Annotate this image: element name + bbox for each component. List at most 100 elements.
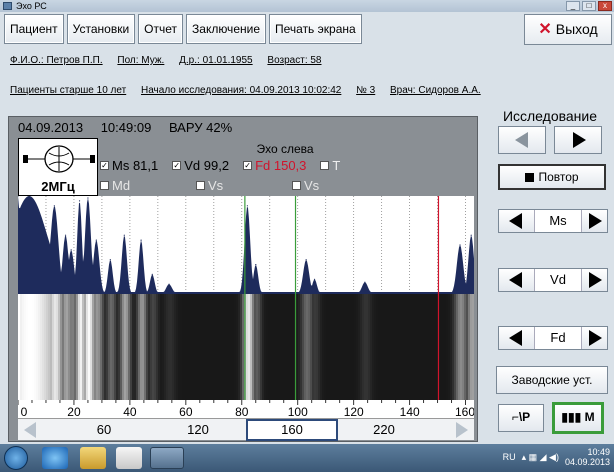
measure-t[interactable]: T bbox=[320, 158, 340, 173]
m-mode-column bbox=[66, 294, 68, 400]
m-mode-column bbox=[158, 294, 160, 400]
m-mode-column bbox=[454, 294, 456, 400]
menu-patient-button[interactable]: Пациент bbox=[4, 14, 64, 44]
patient-sex[interactable]: Пол: Муж. bbox=[117, 55, 164, 66]
study-number[interactable]: № 3 bbox=[356, 85, 375, 96]
checkbox-md[interactable] bbox=[100, 181, 109, 190]
checkbox-fd[interactable]: ✓ bbox=[243, 161, 253, 170]
exit-label: Выход bbox=[555, 21, 598, 37]
m-mode-strip[interactable] bbox=[18, 294, 474, 400]
language-indicator[interactable]: RU bbox=[503, 452, 516, 462]
m-mode-column bbox=[254, 294, 256, 400]
menu-report-button[interactable]: Отчет bbox=[138, 14, 184, 44]
m-mode-button[interactable]: ▮▮▮ M bbox=[552, 402, 604, 434]
fd-right-arrow-icon[interactable] bbox=[589, 330, 602, 346]
ms-right-arrow-icon[interactable] bbox=[589, 213, 602, 229]
status-line: 04.09.2013 10:49:09 ВАРУ 42% bbox=[8, 118, 478, 138]
start-button[interactable] bbox=[4, 446, 28, 470]
fd-left-arrow-icon[interactable] bbox=[509, 330, 522, 346]
ms-left-arrow-icon[interactable] bbox=[509, 213, 522, 229]
taskbar: RU ▴ ▦ ◢ ◀) 10:49 04.09.2013 bbox=[0, 444, 614, 472]
echo-peak-14 bbox=[255, 264, 257, 266]
clock[interactable]: 10:49 04.09.2013 bbox=[565, 447, 610, 467]
echo-plot[interactable] bbox=[18, 196, 474, 294]
vd-marker-control[interactable]: Vd bbox=[498, 268, 608, 292]
m-mode-column bbox=[224, 294, 226, 400]
vd-left-arrow-icon[interactable] bbox=[509, 272, 522, 288]
m-mode-column bbox=[406, 294, 408, 400]
menu-print-screen-button[interactable]: Печать экрана bbox=[269, 14, 362, 44]
minimize-button[interactable]: _ bbox=[566, 1, 580, 11]
scroll-right-arrow-icon[interactable] bbox=[456, 422, 468, 438]
checkbox-ms[interactable]: ✓ bbox=[100, 161, 109, 170]
m-mode-column bbox=[62, 294, 64, 400]
m-mode-column bbox=[114, 294, 116, 400]
m-mode-column bbox=[270, 294, 272, 400]
menu-settings-button[interactable]: Установки bbox=[66, 14, 136, 44]
clock-date: 04.09.2013 bbox=[564, 457, 610, 467]
echo-app-taskbar-icon[interactable] bbox=[150, 447, 184, 469]
measure-fd[interactable]: ✓ Fd 150,3 bbox=[243, 158, 306, 173]
exit-button[interactable]: ✕ Выход bbox=[524, 14, 612, 45]
scroll-left-arrow-icon[interactable] bbox=[24, 422, 36, 438]
window-close-button[interactable]: x bbox=[598, 1, 612, 11]
m-mode-column bbox=[390, 294, 392, 400]
m-mode-column bbox=[28, 294, 30, 400]
measure-ms-label: Ms 81,1 bbox=[112, 158, 159, 173]
patient-age[interactable]: Возраст: 58 bbox=[267, 55, 321, 66]
media-player-icon[interactable] bbox=[116, 447, 142, 469]
m-mode-column bbox=[416, 294, 418, 400]
measure-vs-1[interactable]: Vs bbox=[196, 178, 278, 193]
vd-right-arrow-icon[interactable] bbox=[589, 272, 602, 288]
m-mode-column bbox=[46, 294, 48, 400]
measure-md[interactable]: Md bbox=[100, 178, 182, 193]
scroll-thumb[interactable]: 160 bbox=[246, 419, 338, 441]
study-control-panel: Исследование Повтор Ms Vd Fd Заводские у… bbox=[488, 106, 612, 442]
patient-name[interactable]: Ф.И.О.: Петров П.П. bbox=[10, 55, 103, 66]
measure-vd[interactable]: ✓ Vd 99,2 bbox=[172, 158, 229, 173]
measure-vs-2[interactable]: Vs bbox=[292, 178, 319, 193]
p-mode-button[interactable]: ⌐\P bbox=[498, 404, 544, 432]
m-mode-column bbox=[386, 294, 388, 400]
m-mode-column bbox=[84, 294, 86, 400]
study-next-button[interactable] bbox=[554, 126, 602, 154]
bars-icon: ▮▮▮ bbox=[561, 410, 585, 424]
m-mode-column bbox=[338, 294, 340, 400]
m-mode-column bbox=[286, 294, 288, 400]
checkbox-t[interactable] bbox=[320, 161, 330, 170]
m-mode-column bbox=[318, 294, 320, 400]
factory-settings-button[interactable]: Заводские уст. bbox=[496, 366, 608, 394]
checkbox-vd[interactable]: ✓ bbox=[172, 161, 182, 170]
m-mode-column bbox=[124, 294, 126, 400]
m-mode-label: M bbox=[584, 410, 595, 424]
m-mode-column bbox=[138, 294, 140, 400]
depth-scrollbar[interactable]: 60 120 160 220 bbox=[18, 418, 474, 441]
m-mode-column bbox=[144, 294, 146, 400]
m-mode-column bbox=[258, 294, 260, 400]
m-mode-column bbox=[440, 294, 442, 400]
ms-marker-control[interactable]: Ms bbox=[498, 209, 608, 233]
m-mode-column bbox=[264, 294, 266, 400]
m-mode-column bbox=[304, 294, 306, 400]
folder-icon[interactable] bbox=[80, 447, 106, 469]
maximize-button[interactable]: □ bbox=[582, 1, 596, 11]
study-start[interactable]: Начало исследования: 04.09.2013 10:02:42 bbox=[141, 85, 341, 96]
study-doctor[interactable]: Врач: Сидоров А.А. bbox=[390, 85, 481, 96]
m-mode-column bbox=[434, 294, 436, 400]
fd-marker-control[interactable]: Fd bbox=[498, 326, 608, 350]
menu-conclusion-button[interactable]: Заключение bbox=[186, 14, 266, 44]
checkbox-vs-2[interactable] bbox=[292, 181, 301, 190]
m-mode-column bbox=[330, 294, 332, 400]
study-prev-button[interactable] bbox=[498, 126, 546, 154]
patient-dob[interactable]: Д.р.: 01.01.1955 bbox=[179, 55, 253, 66]
probe-indicator[interactable]: 2МГц bbox=[18, 138, 98, 196]
depth-axis-chart: 0 20 40 60 80 100 120 140 160 bbox=[18, 400, 474, 418]
m-mode-column bbox=[298, 294, 300, 400]
ie-icon[interactable] bbox=[42, 447, 68, 469]
axis-tick-label: 160 bbox=[455, 405, 474, 418]
echo-envelope bbox=[18, 196, 474, 294]
patient-group[interactable]: Пациенты старше 10 лет bbox=[10, 85, 126, 96]
replay-button[interactable]: Повтор bbox=[498, 164, 606, 190]
checkbox-vs-1[interactable] bbox=[196, 181, 205, 190]
measure-ms[interactable]: ✓ Ms 81,1 bbox=[100, 158, 158, 173]
